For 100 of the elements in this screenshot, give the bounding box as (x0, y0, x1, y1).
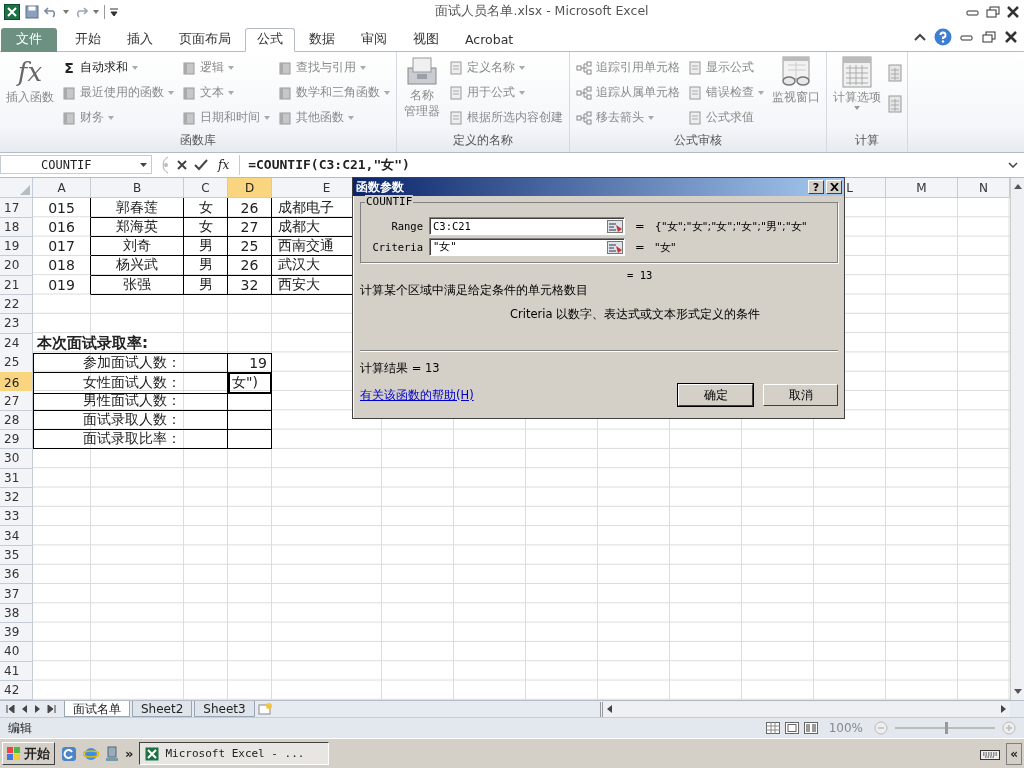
ribbon-tab[interactable]: 数据 (297, 27, 347, 52)
caret-icon (168, 90, 174, 95)
scroll-down-icon[interactable] (1013, 689, 1022, 695)
show-tray-button[interactable]: « (1006, 742, 1022, 765)
sheet-tab[interactable]: Sheet2 (132, 701, 193, 718)
ribbon-tab[interactable]: 页面布局 (167, 27, 243, 52)
row-header[interactable]: 40 (0, 642, 33, 662)
table-cell: 参加面试人数： (33, 352, 228, 373)
scroll-right-icon[interactable] (1000, 705, 1006, 714)
customize-caret-icon[interactable] (110, 7, 118, 16)
column-header[interactable]: B (91, 178, 184, 199)
collapse-dialog-icon[interactable] (607, 219, 623, 233)
start-button[interactable]: 开始 (2, 742, 55, 766)
cancel-icon[interactable] (176, 158, 188, 171)
first-sheet-icon[interactable] (6, 705, 15, 714)
page-layout-icon[interactable] (784, 722, 799, 735)
name-box[interactable]: COUNTIF (0, 155, 152, 175)
taskbar-button[interactable]: Microsoft Excel - ... (139, 742, 330, 766)
ribbon-tab[interactable]: 开始 (63, 27, 113, 52)
collapse-dialog-icon[interactable] (607, 240, 623, 254)
argument-value: {"女";"女";"女";"女";"男";"女" (654, 218, 807, 234)
close-button[interactable] (826, 180, 842, 195)
caret-icon (519, 65, 525, 70)
expand-icon[interactable] (1008, 161, 1018, 168)
column-header[interactable]: A (33, 178, 91, 199)
refresh-icon[interactable] (61, 745, 77, 762)
connected-boxes-icon (576, 60, 592, 75)
page-break-icon[interactable] (803, 722, 818, 735)
column-header[interactable]: N (958, 178, 1010, 199)
dialog-button[interactable]: 取消 (763, 384, 838, 407)
row-header[interactable]: 30 (0, 449, 33, 469)
table-cell: 019 (33, 275, 91, 295)
save-icon[interactable] (25, 4, 39, 19)
ribbon-tab[interactable]: 审阅 (349, 27, 399, 52)
previous-sheet-icon[interactable] (21, 705, 28, 714)
row-header[interactable]: 17 (0, 198, 33, 218)
close-icon[interactable] (1004, 31, 1018, 44)
row-header[interactable]: 23 (0, 314, 33, 334)
more-chevron[interactable]: » (125, 746, 134, 762)
book-icon (182, 60, 196, 75)
row-header[interactable]: 19 (0, 237, 33, 257)
argument-field[interactable]: "女" (429, 238, 625, 257)
table-cell: 男性面试人数： (33, 391, 228, 411)
ribbon-tab[interactable]: 视图 (401, 27, 451, 52)
scroll-left-icon[interactable] (607, 705, 613, 714)
book-icon (278, 60, 292, 75)
ribbon-tab[interactable]: 公式 (245, 27, 295, 52)
group-label: 定义的名称 (452, 131, 514, 149)
dialog-button[interactable]: 确定 (678, 384, 753, 407)
connected-boxes-icon (576, 85, 592, 100)
table-cell: 郑海英 (91, 217, 184, 238)
argument-field[interactable]: C3:C21 (429, 217, 625, 236)
row-header[interactable]: 34 (0, 526, 33, 546)
last-sheet-icon[interactable] (47, 705, 56, 714)
sheet-tab[interactable]: 面试名单 (64, 701, 130, 718)
row-header[interactable]: 33 (0, 507, 33, 527)
caret-icon (140, 162, 147, 167)
caret-icon (228, 65, 234, 70)
close-icon[interactable] (1006, 5, 1020, 18)
keyboard-icon[interactable] (980, 747, 1001, 760)
argument-label: Range (390, 220, 423, 233)
restore-icon[interactable] (982, 31, 996, 44)
restore-icon[interactable] (986, 5, 1000, 18)
ribbon-tab[interactable]: 插入 (115, 27, 165, 52)
row-header[interactable]: 37 (0, 584, 33, 604)
book-icon (278, 110, 292, 125)
row-header[interactable]: 36 (0, 565, 33, 585)
horizontal-scrollbar[interactable] (600, 701, 1010, 717)
enter-check-icon[interactable] (194, 158, 208, 171)
help-button[interactable]: ? (808, 180, 824, 195)
sheet-tab[interactable]: Sheet3 (194, 701, 255, 718)
collapse-ribbon-icon[interactable] (914, 33, 926, 42)
column-header[interactable]: C (184, 178, 228, 199)
caret-icon[interactable] (63, 9, 69, 14)
row-header[interactable]: 27 (0, 391, 33, 411)
help-link[interactable]: 有关该函数的帮助(H) (360, 387, 474, 403)
calendar-grid-icon (842, 55, 872, 88)
insert-function-button[interactable]: fx (214, 157, 234, 172)
row-header[interactable]: 25 (0, 352, 33, 373)
next-sheet-icon[interactable] (34, 705, 41, 714)
window-glasses-icon (779, 55, 813, 88)
help-icon[interactable] (934, 28, 952, 47)
table-cell: 刘奇 (91, 237, 184, 257)
undo-icon[interactable] (44, 5, 58, 18)
row-header[interactable]: 20 (0, 256, 33, 276)
vertical-scrollbar[interactable] (1010, 178, 1024, 701)
normal-view-icon[interactable] (765, 722, 780, 735)
card-file-icon (405, 55, 439, 86)
caret-icon[interactable] (93, 9, 99, 14)
row-header[interactable]: 29 (0, 430, 33, 450)
table-cell: 杨兴武 (91, 256, 184, 276)
row-header[interactable]: 24 (0, 333, 33, 354)
ribbon-button[interactable]: Σ 自动求和 (59, 56, 177, 79)
column-header[interactable]: M (886, 178, 958, 199)
formula-field[interactable]: =COUNTIF(C3:C21,"女") (239, 154, 1002, 175)
column-header[interactable]: D (228, 178, 272, 199)
excel-icon[interactable] (4, 3, 20, 20)
ribbon-tab[interactable]: Acrobat (453, 27, 526, 52)
scroll-up-icon[interactable] (1013, 184, 1022, 190)
table-cell: 女") (228, 372, 272, 395)
